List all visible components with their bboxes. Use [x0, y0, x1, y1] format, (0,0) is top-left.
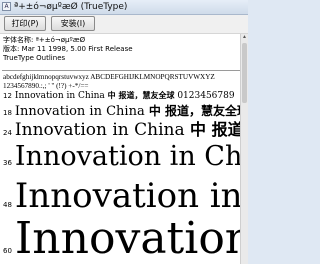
sample-latin: Innovation in China: [14, 91, 105, 101]
font-viewer-window: A ª+±ó¬øµºæØ (TrueType) 打印(P) 安装(I) 字体名称…: [0, 0, 248, 264]
window-title: ª+±ó¬øµºæØ (TrueType): [14, 2, 128, 12]
scroll-thumb[interactable]: [242, 43, 247, 103]
sample-latin: Innovation in C: [14, 176, 248, 216]
sample-36pt: 36Innovation in China: [3, 141, 248, 179]
size-label: 36: [3, 159, 12, 167]
print-button[interactable]: 打印(P): [4, 16, 46, 31]
charset-letters: abcdefghijklmnopqrstuvwxyz ABCDEFGHIJKLM…: [3, 73, 215, 81]
sample-60pt: 60Innovation: [3, 214, 248, 264]
scroll-up-icon[interactable]: ▲: [241, 34, 248, 41]
font-viewer-icon: A: [2, 2, 11, 11]
vertical-scrollbar[interactable]: ▲: [240, 34, 248, 264]
size-label: 60: [3, 247, 12, 255]
sample-24pt: 24Innovation in China 中 报道，: [3, 120, 248, 143]
size-label: 18: [3, 109, 12, 117]
install-button[interactable]: 安装(I): [51, 16, 95, 31]
sample-latin: Innovation in China: [14, 104, 145, 119]
type-line: TrueType Outlines: [3, 54, 66, 62]
sample-18pt: 18Innovation in China 中 报道，慧友全球（: [3, 103, 248, 121]
size-label: 12: [3, 92, 12, 100]
sample-latin: Innovation: [14, 213, 248, 264]
sample-digits: 0123456789: [177, 91, 235, 101]
size-label: 24: [3, 129, 12, 137]
sample-12pt: 12 Innovation in China 中 报道，慧友全球 01234567…: [3, 90, 235, 102]
sample-latin: Innovation in China: [14, 120, 185, 140]
title-bar[interactable]: A ª+±ó¬øµºæØ (TrueType): [0, 0, 248, 15]
sample-chinese: 中 报道，慧友全球: [107, 90, 175, 100]
sample-chinese: 中 报道，慧友全球（: [148, 104, 248, 118]
font-name-line: 字体名称: ª+±ó¬øµºæØ: [3, 36, 86, 44]
font-info: 字体名称: ª+±ó¬øµºæØ 版本: Mar 11 1998, 5.00 F…: [3, 36, 243, 63]
toolbar: 打印(P) 安装(I): [0, 15, 248, 34]
character-set: abcdefghijklmnopqrstuvwxyz ABCDEFGHIJKLM…: [3, 73, 243, 91]
sample-latin: Innovation in China: [14, 141, 248, 172]
divider: [2, 70, 240, 71]
version-line: 版本: Mar 11 1998, 5.00 First Release: [3, 45, 133, 53]
